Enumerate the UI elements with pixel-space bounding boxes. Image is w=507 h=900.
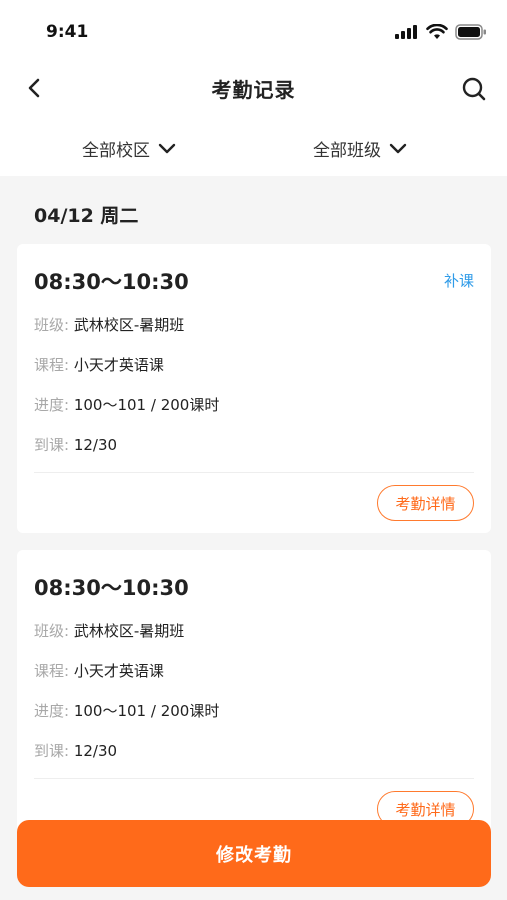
class-row: 班级: 武林校区-暑期班: [34, 314, 184, 335]
progress-value: 100～101 / 200课时: [73, 396, 220, 414]
attendance-label: 到课:: [34, 742, 70, 760]
class-label: 班级:: [34, 622, 70, 640]
filter-bar: 全部校区 全部班级: [0, 118, 507, 176]
session-time: 08:30～10:30: [34, 576, 189, 600]
class-filter-label: 全部班级: [313, 141, 381, 161]
course-row: 课程: 小天才英语课: [34, 354, 164, 375]
card-divider: [34, 472, 474, 473]
chevron-down-icon: [389, 143, 407, 153]
progress-label: 进度:: [34, 396, 70, 414]
attendance-value: 12/30: [73, 742, 118, 760]
modify-attendance-button[interactable]: 修改考勤: [17, 820, 491, 887]
screen: 9:41 考勤记录 全部校区 全部班级 04/12 周二 08:30～10:30…: [0, 0, 507, 900]
signal-icon: [395, 25, 417, 39]
course-value: 小天才英语课: [73, 356, 164, 374]
search-button[interactable]: [459, 74, 489, 104]
attendance-row: 到课: 12/30: [34, 434, 117, 455]
status-time: 9:41: [46, 22, 89, 42]
status-bar: 9:41: [0, 0, 507, 62]
campus-filter[interactable]: 全部校区: [82, 136, 176, 161]
status-icons: [395, 24, 487, 40]
card-divider: [34, 778, 474, 779]
progress-row: 进度: 100～101 / 200课时: [34, 394, 219, 415]
course-value: 小天才英语课: [73, 662, 164, 680]
wifi-icon: [426, 24, 448, 39]
class-label: 班级:: [34, 316, 70, 334]
class-row: 班级: 武林校区-暑期班: [34, 620, 184, 641]
campus-filter-label: 全部校区: [82, 141, 150, 161]
course-label: 课程:: [34, 662, 70, 680]
nav-bar: 考勤记录: [0, 62, 507, 118]
page-title: 考勤记录: [211, 78, 296, 102]
attendance-card: 08:30～10:30 班级: 武林校区-暑期班 课程: 小天才英语课 进度: …: [17, 550, 491, 840]
course-row: 课程: 小天才英语课: [34, 660, 164, 681]
progress-value: 100～101 / 200课时: [73, 702, 220, 720]
class-value: 武林校区-暑期班: [73, 622, 185, 640]
class-filter[interactable]: 全部班级: [313, 136, 407, 161]
battery-icon: [455, 24, 486, 40]
search-icon: [462, 77, 486, 101]
attendance-label: 到课:: [34, 436, 70, 454]
course-label: 课程:: [34, 356, 70, 374]
attendance-detail-button[interactable]: 考勤详情: [377, 485, 474, 521]
makeup-tag: 补课: [443, 272, 474, 290]
attendance-card: 08:30～10:30 补课 班级: 武林校区-暑期班 课程: 小天才英语课 进…: [17, 244, 491, 533]
progress-label: 进度:: [34, 702, 70, 720]
progress-row: 进度: 100～101 / 200课时: [34, 700, 219, 721]
attendance-value: 12/30: [73, 436, 118, 454]
class-value: 武林校区-暑期班: [73, 316, 185, 334]
date-header: 04/12 周二: [34, 205, 139, 227]
chevron-down-icon: [158, 143, 176, 153]
session-time: 08:30～10:30: [34, 270, 189, 294]
attendance-row: 到课: 12/30: [34, 740, 117, 761]
